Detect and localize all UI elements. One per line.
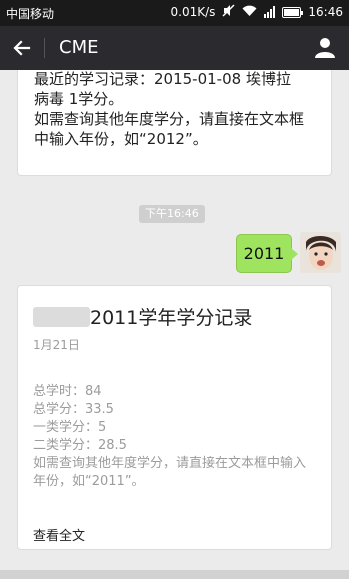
status-icons: 0.01K/s 16:46 bbox=[171, 4, 343, 20]
page-title: CME bbox=[59, 37, 99, 58]
avatar[interactable] bbox=[300, 232, 341, 273]
battery-icon bbox=[282, 6, 304, 18]
outgoing-message-bubble[interactable]: 2011 bbox=[236, 234, 298, 273]
class2-credits: 二类学分：28.5 bbox=[33, 438, 127, 453]
read-more-link[interactable]: 查看全文 bbox=[33, 525, 85, 544]
card-text-line: 中输入年份，如“2012”。 bbox=[34, 130, 208, 148]
clock: 16:46 bbox=[308, 5, 343, 19]
hint-text: 如需查询其他年度学分，请直接在文本框中输入 bbox=[33, 456, 307, 471]
person-icon bbox=[315, 38, 335, 58]
carrier-name: 中国移动 bbox=[6, 7, 55, 21]
message-timestamp: 下午16:46 bbox=[139, 205, 205, 223]
profile-button[interactable] bbox=[311, 34, 339, 62]
network-speed: 0.01K/s bbox=[170, 5, 216, 19]
mute-icon bbox=[222, 4, 235, 20]
signal-icon bbox=[264, 6, 276, 18]
nav-divider bbox=[44, 38, 45, 58]
arrow-left-icon bbox=[13, 40, 31, 56]
status-bar: 中国移动 0.01K/s 16:46 bbox=[0, 0, 349, 26]
total-credits: 总学分：33.5 bbox=[33, 402, 114, 417]
card-text-line: 如需查询其他年度学分，请直接在文本框 bbox=[34, 110, 305, 128]
credit-record-card[interactable]: 2011学年学分记录 1月21日 总学时：84 总学分：33.5 一类学分：5 … bbox=[17, 285, 332, 550]
previous-message-card[interactable]: 最近的学习记录：2015-01-08 埃博拉 病毒 1学分。 如需查询其他年度学… bbox=[17, 70, 332, 176]
wifi-icon bbox=[242, 5, 257, 20]
input-area-edge bbox=[0, 570, 349, 579]
card-text-line: 病毒 1学分。 bbox=[34, 90, 124, 108]
record-body: 总学时：84 总学分：33.5 一类学分：5 二类学分：28.5 如需查询其他年… bbox=[33, 383, 323, 491]
nav-bar: CME bbox=[0, 26, 349, 70]
back-button[interactable] bbox=[8, 34, 36, 62]
redacted-name bbox=[33, 307, 90, 327]
record-date: 1月21日 bbox=[33, 338, 80, 352]
chat-area[interactable]: 最近的学习记录：2015-01-08 埃博拉 病毒 1学分。 如需查询其他年度学… bbox=[0, 70, 349, 579]
record-title: 2011学年学分记录 bbox=[90, 307, 253, 329]
class1-credits: 一类学分：5 bbox=[33, 420, 107, 435]
total-hours: 总学时：84 bbox=[33, 384, 102, 399]
card-text-line: 最近的学习记录：2015-01-08 埃博拉 bbox=[34, 70, 291, 88]
hint-text: 年份，如“2011”。 bbox=[33, 474, 145, 489]
